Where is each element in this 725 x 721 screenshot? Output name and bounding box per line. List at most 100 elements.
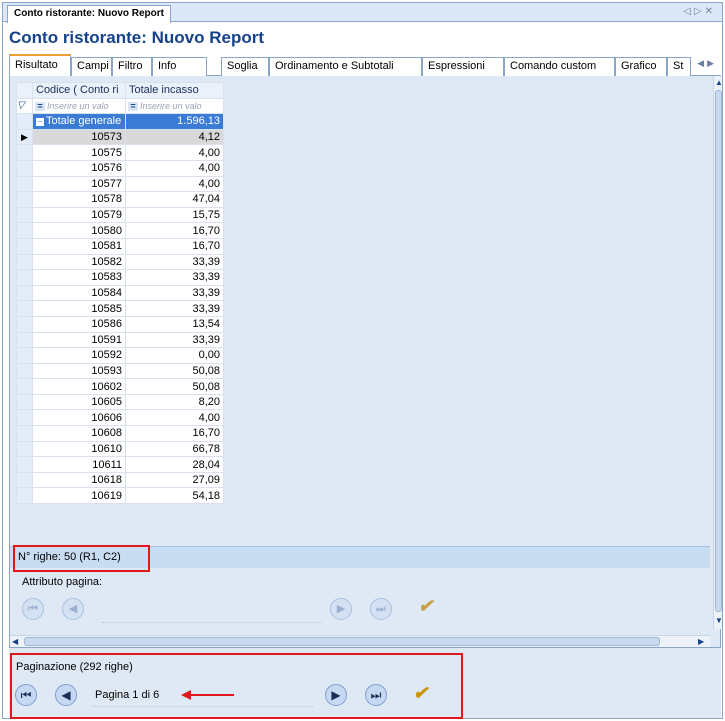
vertical-scroll-thumb[interactable] xyxy=(715,90,722,612)
cell-totale[interactable]: 33,39 xyxy=(125,331,224,349)
attr-first-page-button[interactable]: ⏮ xyxy=(22,598,44,620)
cell-totale[interactable]: 47,04 xyxy=(125,191,224,208)
tab-st[interactable]: St xyxy=(667,57,691,76)
tab-espressioni[interactable]: Espressioni xyxy=(422,57,504,76)
row-selector[interactable] xyxy=(16,487,33,505)
cell-totale[interactable]: 13,54 xyxy=(125,315,224,333)
table-row[interactable]: 10591 33,39 xyxy=(16,331,224,349)
cell-totale[interactable]: 33,39 xyxy=(125,269,224,286)
cell-codice[interactable]: 10593 xyxy=(32,362,126,380)
filter-input-totale[interactable]: = Inserire un valo xyxy=(125,97,224,115)
table-row[interactable]: 10605 8,20 xyxy=(16,393,224,411)
row-selector[interactable] xyxy=(16,378,33,395)
tab-scroll-left-icon[interactable]: ◀ xyxy=(697,58,707,68)
cell-totale[interactable]: 15,75 xyxy=(125,206,224,224)
tab-scroll-right-icon[interactable]: ▶ xyxy=(707,58,717,68)
row-selector[interactable] xyxy=(16,237,33,255)
tab-grafico[interactable]: Grafico xyxy=(615,57,667,76)
cell-codice[interactable]: 10581 xyxy=(32,237,126,255)
cell-totale[interactable]: 4,00 xyxy=(125,175,224,193)
row-selector[interactable] xyxy=(16,175,33,193)
cell-totale[interactable]: 33,39 xyxy=(125,253,224,271)
table-row[interactable]: 10578 47,04 xyxy=(16,191,224,208)
row-selector[interactable] xyxy=(16,206,33,224)
table-row[interactable]: 10585 33,39 xyxy=(16,300,224,317)
cell-codice[interactable]: 10573 xyxy=(32,128,126,146)
table-row[interactable]: 10608 16,70 xyxy=(16,425,224,442)
table-row[interactable]: 10592 0,00 xyxy=(16,347,224,364)
cell-codice[interactable]: 10580 xyxy=(32,222,126,239)
row-selector[interactable]: ▶ xyxy=(16,128,33,146)
cell-totale[interactable]: 4,00 xyxy=(125,144,224,161)
attr-next-page-button[interactable]: ▶ xyxy=(330,598,352,620)
scroll-left-icon[interactable]: ◀ xyxy=(12,637,18,647)
cell-totale[interactable]: 8,20 xyxy=(125,393,224,411)
attr-prev-page-button[interactable]: ◀ xyxy=(62,598,84,620)
cell-totale[interactable]: 50,08 xyxy=(125,362,224,380)
cell-codice[interactable]: 10582 xyxy=(32,253,126,271)
attr-apply-check-icon[interactable]: ✔ xyxy=(418,596,433,617)
row-selector[interactable] xyxy=(16,440,33,458)
column-header-totale[interactable]: Totale incasso xyxy=(125,82,224,99)
tab-campi[interactable]: Campi xyxy=(71,57,112,76)
column-header-codice[interactable]: Codice ( Conto ri xyxy=(32,82,126,99)
cell-totale[interactable]: 16,70 xyxy=(125,222,224,239)
cell-totale[interactable]: 4,00 xyxy=(125,159,224,177)
tab-info[interactable]: Info xyxy=(152,57,207,76)
row-selector[interactable] xyxy=(16,347,33,364)
row-selector[interactable] xyxy=(16,113,33,130)
doc-close-icon[interactable]: ✕ xyxy=(705,6,716,17)
table-row[interactable]: 10582 33,39 xyxy=(16,253,224,271)
table-row[interactable]: 10577 4,00 xyxy=(16,175,224,193)
total-label-cell[interactable]: − Totale generale xyxy=(32,113,126,130)
filter-input-codice[interactable]: = Inserire un valo xyxy=(32,97,126,115)
table-row[interactable]: 10611 28,04 xyxy=(16,456,224,473)
doc-prev-icon[interactable]: ◁ xyxy=(683,6,694,17)
row-selector[interactable] xyxy=(16,253,33,271)
table-row[interactable]: 10583 33,39 xyxy=(16,269,224,286)
cell-totale[interactable]: 16,70 xyxy=(125,425,224,442)
row-selector[interactable] xyxy=(16,362,33,380)
table-row[interactable]: 10580 16,70 xyxy=(16,222,224,239)
table-row[interactable]: 10619 54,18 xyxy=(16,487,224,505)
cell-totale[interactable]: 4,12 xyxy=(125,128,224,146)
cell-totale[interactable]: 66,78 xyxy=(125,440,224,458)
attr-last-page-button[interactable]: ⏭ xyxy=(370,598,392,620)
cell-totale[interactable]: 4,00 xyxy=(125,409,224,427)
collapse-icon[interactable]: − xyxy=(36,117,44,126)
table-row[interactable]: 10618 27,09 xyxy=(16,471,224,489)
row-selector[interactable] xyxy=(16,331,33,349)
tab-ordinamento-subtotali[interactable]: Ordinamento e Subtotali xyxy=(269,57,422,76)
row-selector[interactable] xyxy=(16,159,33,177)
scroll-right-icon[interactable]: ▶ xyxy=(698,637,704,647)
table-row[interactable]: 10579 15,75 xyxy=(16,206,224,224)
horizontal-scroll-thumb[interactable] xyxy=(24,637,660,646)
vertical-scrollbar[interactable]: ▲ ▼ xyxy=(713,76,723,629)
cell-totale[interactable]: 28,04 xyxy=(125,456,224,473)
scroll-down-icon[interactable]: ▼ xyxy=(715,616,723,626)
row-selector[interactable] xyxy=(16,222,33,239)
table-row[interactable]: ▶ 10573 4,12 xyxy=(16,128,224,146)
cell-codice[interactable]: 10611 xyxy=(32,456,126,473)
table-row[interactable]: 10575 4,00 xyxy=(16,144,224,161)
cell-codice[interactable]: 10591 xyxy=(32,331,126,349)
scroll-up-icon[interactable]: ▲ xyxy=(715,78,723,88)
row-selector[interactable] xyxy=(16,425,33,442)
equals-icon[interactable]: = xyxy=(35,101,45,111)
row-selector[interactable] xyxy=(16,284,33,302)
cell-codice[interactable]: 10610 xyxy=(32,440,126,458)
cell-totale[interactable]: 33,39 xyxy=(125,300,224,317)
cell-codice[interactable]: 10608 xyxy=(32,425,126,442)
tab-soglia[interactable]: Soglia xyxy=(221,57,269,76)
row-selector[interactable] xyxy=(16,393,33,411)
table-row[interactable]: 10593 50,08 xyxy=(16,362,224,380)
cell-totale[interactable]: 33,39 xyxy=(125,284,224,302)
cell-codice[interactable]: 10585 xyxy=(32,300,126,317)
filter-funnel-icon[interactable]: ▽ xyxy=(16,97,33,115)
cell-codice[interactable]: 10619 xyxy=(32,487,126,505)
attr-page-field[interactable] xyxy=(102,622,322,623)
cell-totale[interactable]: 27,09 xyxy=(125,471,224,489)
cell-codice[interactable]: 10579 xyxy=(32,206,126,224)
table-row[interactable]: 10576 4,00 xyxy=(16,159,224,177)
row-selector[interactable] xyxy=(16,269,33,286)
